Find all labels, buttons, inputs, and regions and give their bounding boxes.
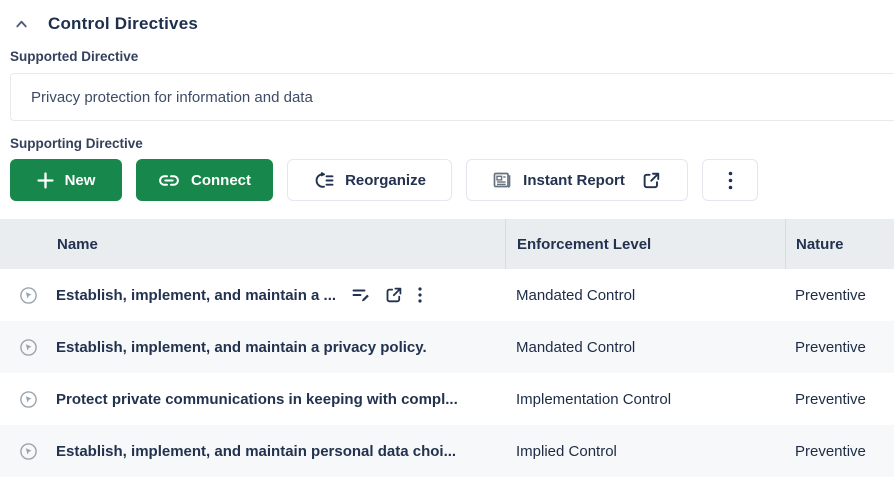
kebab-menu-icon[interactable] — [418, 287, 422, 303]
table-row[interactable]: Establish, implement, and maintain perso… — [0, 425, 894, 477]
edit-icon[interactable] — [352, 287, 370, 303]
row-actions — [352, 286, 422, 304]
circle-arrow-icon[interactable] — [19, 442, 38, 461]
table-row[interactable]: Protect private communications in keepin… — [0, 373, 894, 425]
row-enforcement-level: Mandated Control — [505, 339, 785, 356]
row-icon-cell — [0, 390, 56, 409]
table-header: Name Enforcement Level Nature — [0, 219, 894, 269]
row-name: Establish, implement, and maintain a pri… — [56, 339, 427, 356]
column-header-enforcement-level: Enforcement Level — [505, 219, 785, 269]
toolbar: New Connect Reorganize Instant Report — [10, 159, 894, 201]
row-enforcement-level: Implied Control — [505, 443, 785, 460]
connect-button-label: Connect — [191, 172, 251, 189]
table-row[interactable]: Establish, implement, and maintain a ...… — [0, 269, 894, 321]
new-button-label: New — [65, 172, 96, 189]
panel-header: Control Directives — [0, 0, 894, 34]
row-nature: Preventive — [785, 339, 894, 356]
row-icon-cell — [0, 442, 56, 461]
external-link-icon[interactable] — [385, 286, 403, 304]
row-name-cell: Establish, implement, and maintain a pri… — [56, 339, 505, 356]
row-nature: Preventive — [785, 443, 894, 460]
external-link-icon — [642, 171, 661, 190]
panel-title: Control Directives — [48, 14, 198, 34]
supporting-directive-label: Supporting Directive — [10, 136, 894, 151]
supported-directive-value: Privacy protection for information and d… — [31, 89, 313, 106]
row-name: Protect private communications in keepin… — [56, 391, 458, 408]
directives-table: Name Enforcement Level Nature Establish,… — [0, 219, 894, 477]
row-name-cell: Establish, implement, and maintain a ... — [56, 286, 505, 304]
row-enforcement-level: Implementation Control — [505, 391, 785, 408]
row-nature: Preventive — [785, 287, 894, 304]
row-icon-cell — [0, 286, 56, 305]
new-button[interactable]: New — [10, 159, 122, 201]
instant-report-button-label: Instant Report — [523, 172, 625, 189]
supported-directive-input[interactable]: Privacy protection for information and d… — [10, 73, 894, 121]
chevron-up-icon[interactable] — [12, 15, 30, 33]
column-header-nature: Nature — [785, 219, 894, 269]
circle-arrow-icon[interactable] — [19, 338, 38, 357]
column-header-name: Name — [0, 236, 505, 253]
report-icon — [493, 171, 512, 189]
plus-icon — [37, 172, 54, 189]
more-options-button[interactable] — [702, 159, 758, 201]
reorganize-button[interactable]: Reorganize — [287, 159, 452, 201]
row-name: Establish, implement, and maintain perso… — [56, 443, 456, 460]
row-icon-cell — [0, 338, 56, 357]
link-icon — [158, 173, 180, 188]
control-directives-panel: Control Directives Supported Directive P… — [0, 0, 894, 491]
reorganize-icon — [313, 172, 334, 189]
table-row[interactable]: Establish, implement, and maintain a pri… — [0, 321, 894, 373]
row-name-cell: Protect private communications in keepin… — [56, 391, 505, 408]
row-nature: Preventive — [785, 391, 894, 408]
circle-arrow-icon[interactable] — [19, 286, 38, 305]
instant-report-button[interactable]: Instant Report — [466, 159, 688, 201]
connect-button[interactable]: Connect — [136, 159, 273, 201]
circle-arrow-icon[interactable] — [19, 390, 38, 409]
reorganize-button-label: Reorganize — [345, 172, 426, 189]
table-body: Establish, implement, and maintain a ...… — [0, 269, 894, 477]
row-enforcement-level: Mandated Control — [505, 287, 785, 304]
kebab-menu-icon — [728, 171, 733, 190]
row-name: Establish, implement, and maintain a ... — [56, 287, 336, 304]
supported-directive-label: Supported Directive — [10, 49, 894, 64]
row-name-cell: Establish, implement, and maintain perso… — [56, 443, 505, 460]
